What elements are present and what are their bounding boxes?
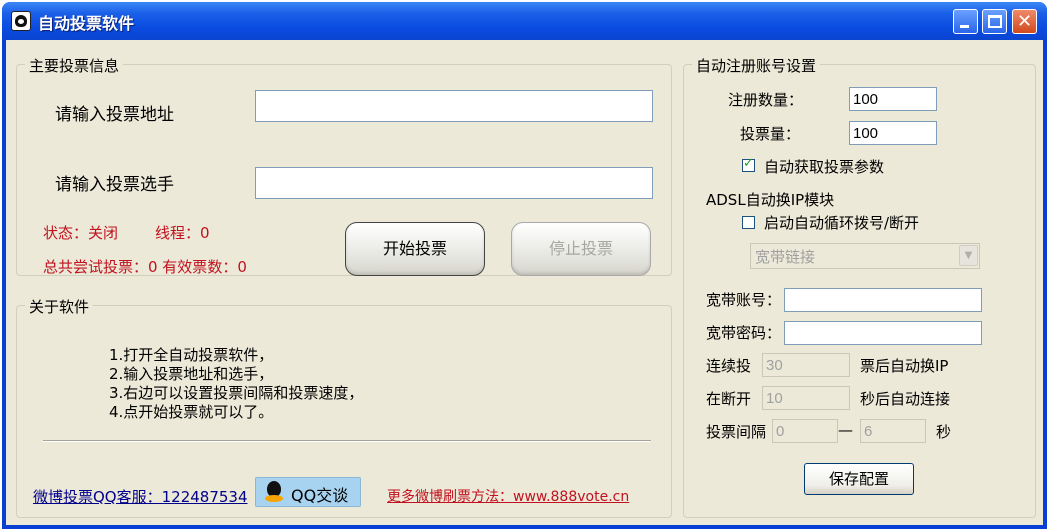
vote-player-input[interactable] — [255, 167, 653, 199]
interval-max-input[interactable] — [860, 419, 926, 443]
connection-select[interactable]: 宽带链接 ▼ — [750, 243, 980, 269]
main-info-group: 主要投票信息 请输入投票地址 请输入投票选手 状态：关闭 线程：0 总共尝试投票… — [16, 55, 672, 276]
thread-count-text: 线程：0 — [155, 224, 210, 242]
about-group: 关于软件 1.打开全自动投票软件， 2.输入投票地址和选手， 3.右边可以设置投… — [16, 296, 672, 518]
vote-url-input[interactable] — [255, 90, 653, 122]
maximize-button[interactable] — [982, 9, 1007, 34]
window-title: 自动投票软件 — [38, 14, 135, 33]
instruction-line: 3.右边可以设置投票间隔和投票速度， — [109, 384, 364, 402]
adsl-module-title: ADSL自动换IP模块 — [706, 191, 835, 209]
qq-support-link[interactable]: 微博投票QQ客服：122487534 — [33, 486, 248, 507]
stop-vote-button[interactable]: 停止投票 — [511, 222, 651, 276]
save-config-button[interactable]: 保存配置 — [804, 463, 914, 495]
interval-dash: — — [838, 421, 853, 439]
vote-amount-input[interactable] — [849, 121, 937, 145]
interval-min-input[interactable] — [772, 419, 838, 443]
client-area: 主要投票信息 请输入投票地址 请输入投票选手 状态：关闭 线程：0 总共尝试投票… — [6, 40, 1043, 525]
check-icon: ✓ — [743, 156, 754, 171]
main-info-legend: 主要投票信息 — [25, 55, 124, 76]
vote-totals-text: 总共尝试投票：0 有效票数：0 — [43, 258, 247, 276]
qq-chat-label: QQ交谈 — [291, 486, 349, 505]
qq-chat-button[interactable]: QQ交谈 — [255, 477, 361, 507]
panda-app-icon — [11, 11, 31, 31]
qq-penguin-icon — [265, 481, 283, 503]
start-vote-button[interactable]: 开始投票 — [345, 222, 485, 276]
broadband-password-input[interactable] — [784, 321, 982, 345]
instruction-line: 1.打开全自动投票软件， — [109, 346, 274, 364]
about-divider — [43, 440, 651, 442]
auto-register-legend: 自动注册账号设置 — [692, 55, 821, 76]
more-methods-link[interactable]: 更多微博刷票方法：www.888vote.cn — [387, 486, 629, 506]
minimize-icon — [960, 25, 969, 28]
broadband-account-label: 宽带账号： — [706, 291, 782, 309]
broadband-account-input[interactable] — [784, 288, 982, 312]
register-count-label: 注册数量： — [728, 91, 804, 109]
chevron-down-icon: ▼ — [959, 245, 978, 266]
continuous-vote-suffix: 票后自动换IP — [860, 357, 949, 375]
continuous-vote-input[interactable] — [762, 353, 850, 377]
auto-dial-label: 启动自动循环拨号/断开 — [764, 214, 920, 232]
auto-params-checkbox[interactable]: ✓ — [742, 156, 755, 172]
vote-player-label: 请输入投票选手 — [55, 175, 174, 195]
auto-register-group: 自动注册账号设置 注册数量： 投票量： ✓ 自动获取投票参数 ADSL自动换IP… — [683, 55, 1036, 518]
auto-params-label: 自动获取投票参数 — [764, 158, 885, 176]
instruction-line: 2.输入投票地址和选手， — [109, 365, 274, 383]
instruction-line: 4.点开始投票就可以了。 — [109, 403, 274, 421]
reconnect-seconds-input[interactable] — [762, 386, 850, 410]
interval-unit: 秒 — [936, 423, 952, 441]
auto-dial-checkbox[interactable] — [742, 216, 755, 229]
register-count-input[interactable] — [849, 87, 937, 111]
about-legend: 关于软件 — [25, 296, 94, 317]
continuous-vote-label: 连续投 — [706, 357, 752, 375]
vote-amount-label: 投票量： — [740, 125, 801, 143]
close-button[interactable]: ✕ — [1012, 9, 1037, 34]
reconnect-suffix: 秒后自动连接 — [860, 390, 951, 408]
minimize-button[interactable] — [953, 9, 978, 34]
reconnect-label: 在断开 — [706, 390, 752, 408]
maximize-icon — [988, 15, 1002, 28]
status-text: 状态：关闭 — [43, 224, 119, 242]
vote-interval-label: 投票间隔 — [706, 423, 767, 441]
app-window: 自动投票软件 ✕ 主要投票信息 请输入投票地址 请输入投票选手 状态：关闭 线程… — [2, 2, 1047, 529]
vote-url-label: 请输入投票地址 — [55, 105, 174, 125]
title-bar[interactable]: 自动投票软件 ✕ — [2, 2, 1047, 40]
connection-select-value: 宽带链接 — [755, 248, 816, 266]
close-icon: ✕ — [1016, 11, 1033, 32]
about-instructions: 1.打开全自动投票软件， 2.输入投票地址和选手， 3.右边可以设置投票间隔和投… — [109, 346, 363, 422]
broadband-password-label: 宽带密码： — [706, 324, 782, 342]
